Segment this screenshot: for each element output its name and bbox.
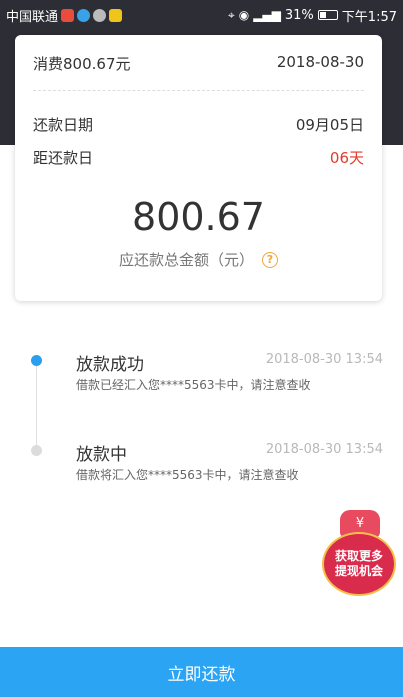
battery-percent: 31% (284, 7, 314, 23)
consume-row: 消费800.67元 2018-08-30 (33, 53, 364, 74)
promo-badge-button[interactable]: ¥ 获取更多 提现机会 (322, 510, 398, 596)
timeline-title: 放款中 (76, 445, 127, 465)
app-notification-icon (61, 8, 75, 22)
total-amount-caption: 应还款总金额（元） ? (15, 249, 382, 270)
timeline-desc: 借款已经汇入您****5563卡中，请注意查收 (76, 378, 311, 392)
timeline-time: 2018-08-30 13:54 (265, 442, 383, 457)
battery-icon (317, 10, 338, 20)
clock-time: 下午1:57 (341, 9, 397, 25)
location-icon: ⌖ (227, 7, 235, 22)
days-left-label: 距还款日 (33, 149, 94, 167)
signal-icon: ▂▄▆ (253, 8, 281, 22)
promo-line2: 提现机会 (334, 564, 383, 578)
card-divider (33, 90, 364, 91)
timeline-connector (36, 360, 37, 450)
repay-now-button[interactable]: 立即还款 (0, 647, 403, 697)
status-dot-active-icon (31, 355, 42, 366)
repay-date-value: 09月05日 (295, 116, 364, 134)
status-bar: 中国联通 ⌖ ◉ ▂▄▆ 31% 下午1:57 (0, 0, 403, 30)
mail-icon (109, 8, 123, 22)
timeline-time: 2018-08-30 13:54 (265, 352, 383, 367)
chat-icon (93, 8, 107, 22)
total-amount-label: 应还款总金额（元） (118, 251, 254, 269)
status-dot-inactive-icon (31, 445, 42, 456)
repay-date-row: 还款日期 09月05日 (33, 114, 364, 135)
timeline-desc: 借款将汇入您****5563卡中，请注意查收 (76, 468, 299, 482)
timeline-title: 放款成功 (76, 355, 144, 375)
days-left-row: 距还款日 06天 (33, 147, 364, 168)
bill-summary-card: 消费800.67元 2018-08-30 还款日期 09月05日 距还款日 06… (15, 35, 382, 301)
consume-date: 2018-08-30 (276, 53, 364, 71)
promo-line1: 获取更多 (334, 549, 383, 563)
carrier-name: 中国联通 (6, 9, 59, 25)
eye-icon: ◉ (238, 8, 250, 22)
help-icon[interactable]: ? (262, 251, 278, 268)
shield-icon (77, 8, 91, 22)
days-left-value: 06天 (329, 149, 364, 167)
promo-badge: 获取更多 提现机会 (322, 532, 396, 596)
repay-date-label: 还款日期 (33, 116, 94, 134)
total-amount: 800.67 (132, 195, 265, 239)
consume-label: 消费800.67元 (33, 55, 131, 73)
